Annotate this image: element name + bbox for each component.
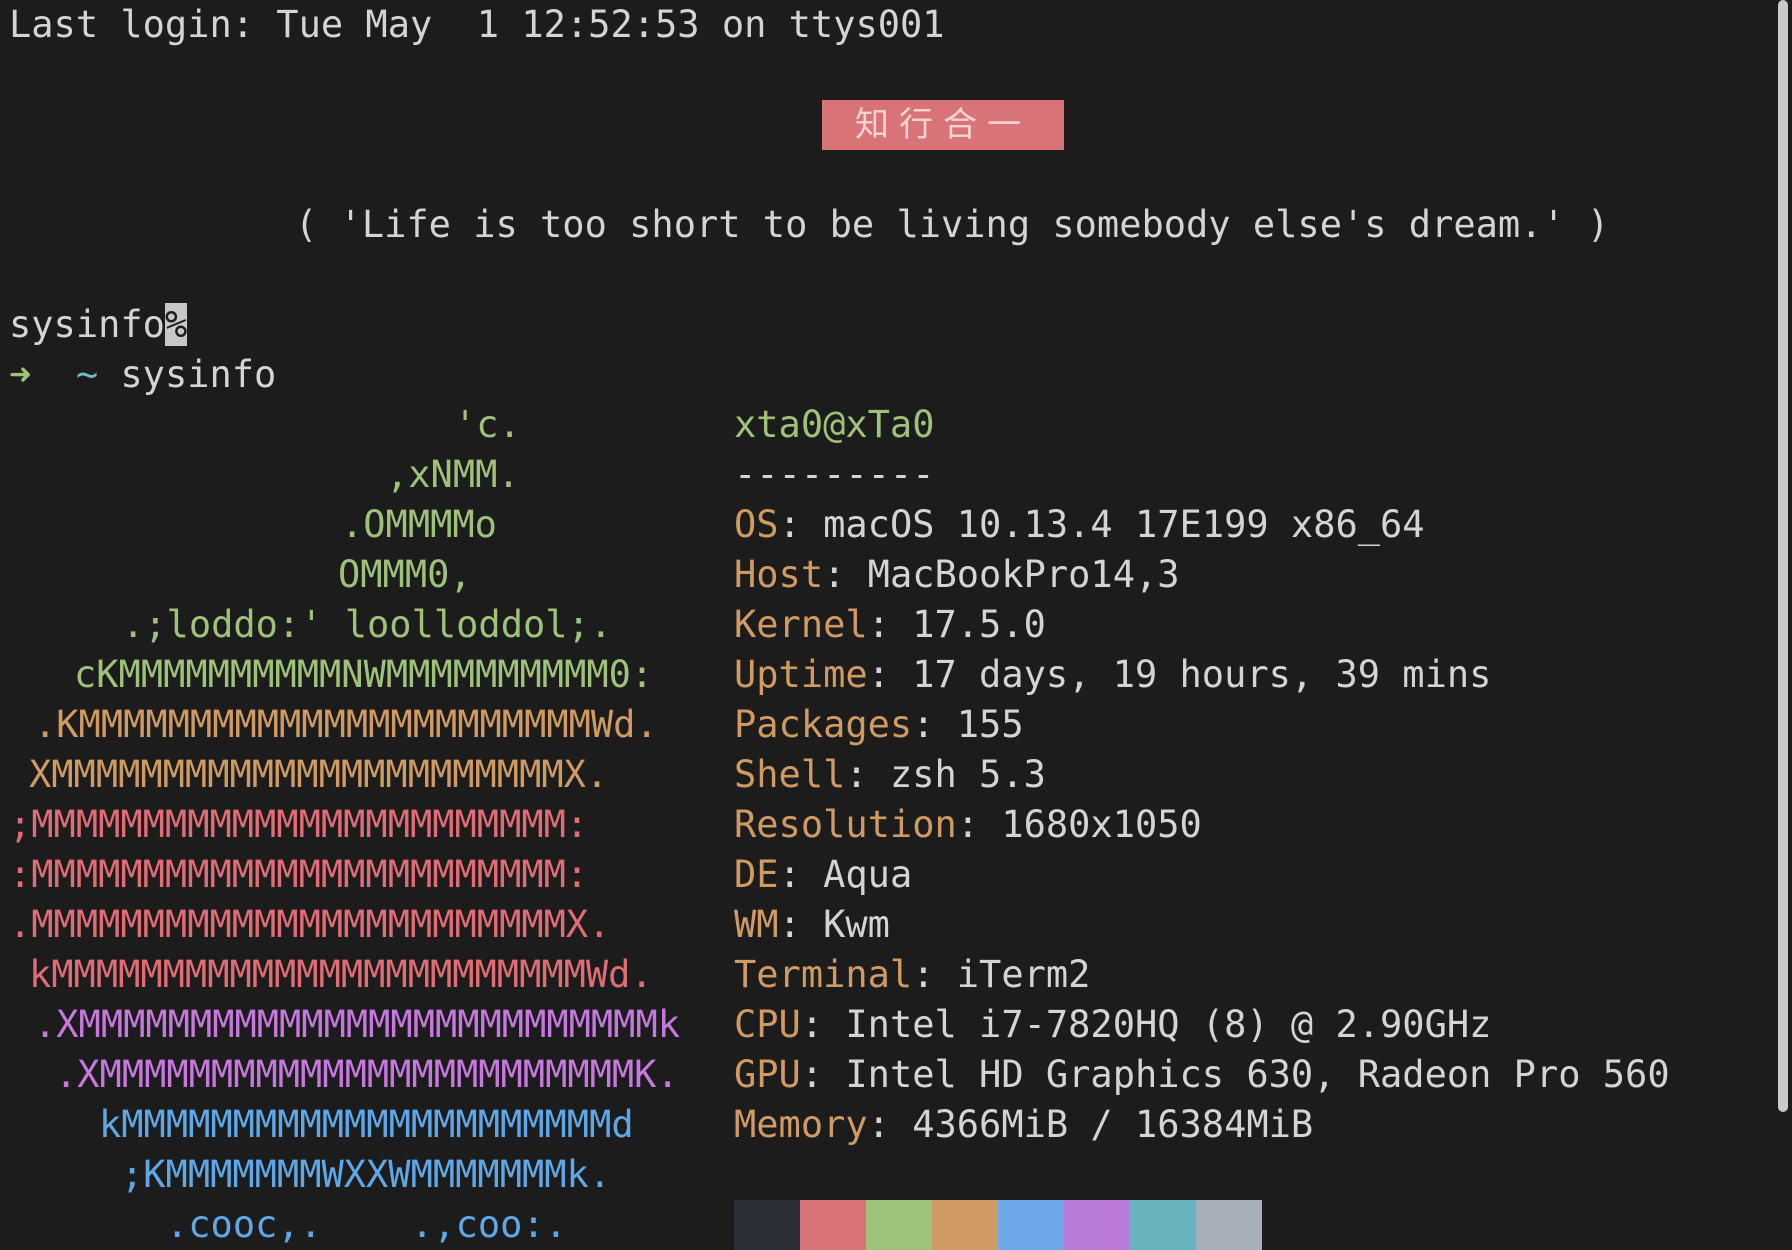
info-colon: : bbox=[867, 1103, 913, 1146]
logo-line: ;KMMMMMMMWXXWMMMMMMMk. bbox=[121, 1153, 612, 1196]
info-value: Kwm bbox=[823, 903, 890, 946]
info-value: zsh 5.3 bbox=[889, 753, 1046, 796]
info-row: Uptime: 17 days, 19 hours, 39 mins bbox=[734, 650, 1491, 700]
info-key: DE bbox=[734, 853, 779, 896]
previous-prompt-line: sysinfo% bbox=[9, 300, 188, 350]
palette-swatch bbox=[998, 1200, 1064, 1250]
info-value: 17 days, 19 hours, 39 mins bbox=[912, 653, 1492, 696]
logo-line: 'c. bbox=[454, 403, 521, 446]
info-value: macOS 10.13.4 17E199 x86_64 bbox=[823, 503, 1425, 546]
palette-swatch bbox=[866, 1200, 932, 1250]
info-value: 4366MiB / 16384MiB bbox=[912, 1103, 1314, 1146]
palette-swatch bbox=[734, 1200, 800, 1250]
info-value: 155 bbox=[956, 703, 1024, 746]
info-key: Uptime bbox=[734, 653, 868, 696]
prompt-arrow-icon: ➜ bbox=[9, 353, 32, 396]
info-key: Terminal bbox=[734, 953, 913, 996]
info-colon: : bbox=[823, 553, 868, 596]
user-host: xta0@xTa0 bbox=[734, 403, 935, 446]
logo-line: .KMMMMMMMMMMMMMMMMMMMMMMMWd. bbox=[34, 703, 658, 746]
info-row: Host: MacBookPro14,3 bbox=[734, 550, 1180, 600]
logo-line: .MMMMMMMMMMMMMMMMMMMMMMMMX. bbox=[9, 903, 611, 946]
color-palette bbox=[734, 1200, 1262, 1250]
info-row: Memory: 4366MiB / 16384MiB bbox=[734, 1100, 1313, 1150]
info-row: Resolution: 1680x1050 bbox=[734, 800, 1202, 850]
info-colon: : bbox=[845, 753, 890, 796]
info-colon: : bbox=[778, 903, 824, 946]
logo-line: XMMMMMMMMMMMMMMMMMMMMMMMX. bbox=[29, 753, 609, 796]
logo-line: .cooc,. .,coo:. bbox=[166, 1203, 567, 1246]
info-value: MacBookPro14,3 bbox=[867, 553, 1180, 596]
info-key: Memory bbox=[734, 1103, 868, 1146]
palette-swatch bbox=[1196, 1200, 1262, 1250]
info-key: WM bbox=[734, 903, 779, 946]
info-row: OS: macOS 10.13.4 17E199 x86_64 bbox=[734, 500, 1425, 550]
logo-line: :MMMMMMMMMMMMMMMMMMMMMMMM: bbox=[9, 853, 589, 896]
palette-swatch bbox=[932, 1200, 998, 1250]
motto-banner: 知行合一 bbox=[822, 100, 1064, 150]
info-key: GPU bbox=[734, 1053, 801, 1096]
info-separator: --------- bbox=[734, 453, 935, 496]
logo-line: ,xNMM. bbox=[386, 453, 520, 496]
logo-line: OMMM0, bbox=[338, 553, 472, 596]
info-key: Shell bbox=[734, 753, 846, 796]
info-row: CPU: Intel i7-7820HQ (8) @ 2.90GHz bbox=[734, 1000, 1491, 1050]
info-colon: : bbox=[867, 653, 913, 696]
logo-line: .XMMMMMMMMMMMMMMMMMMMMMMMMMMk bbox=[34, 1003, 681, 1046]
info-row: WM: Kwm bbox=[734, 900, 890, 950]
info-value: 1680x1050 bbox=[1001, 803, 1202, 846]
palette-swatch bbox=[800, 1200, 866, 1250]
logo-line: .XMMMMMMMMMMMMMMMMMMMMMMMMK. bbox=[55, 1053, 679, 1096]
command-prompt-line: ➜ ~ sysinfo bbox=[9, 350, 276, 400]
info-value: 17.5.0 bbox=[912, 603, 1046, 646]
info-key: Host bbox=[734, 553, 824, 596]
info-row: Terminal: iTerm2 bbox=[734, 950, 1090, 1000]
info-key: Packages bbox=[734, 703, 913, 746]
info-colon: : bbox=[956, 803, 1002, 846]
info-colon: : bbox=[912, 703, 957, 746]
prompt-directory: ~ bbox=[75, 353, 99, 396]
info-row: Packages: 155 bbox=[734, 700, 1024, 750]
info-key: OS bbox=[734, 503, 779, 546]
info-value: Aqua bbox=[823, 853, 913, 896]
partial-line-marker: % bbox=[164, 303, 188, 346]
info-colon: : bbox=[778, 853, 824, 896]
info-row: DE: Aqua bbox=[734, 850, 912, 900]
logo-line: ;MMMMMMMMMMMMMMMMMMMMMMMM: bbox=[9, 803, 589, 846]
logo-line: kMMMMMMMMMMMMMMMMMMMMMMd bbox=[99, 1103, 634, 1146]
info-colon: : bbox=[800, 1053, 846, 1096]
logo-line: cKMMMMMMMMMMNWMMMMMMMMMM0: bbox=[74, 653, 654, 696]
palette-swatch bbox=[1130, 1200, 1196, 1250]
info-value: iTerm2 bbox=[956, 953, 1091, 996]
info-colon: : bbox=[800, 1003, 846, 1046]
info-key: Resolution bbox=[734, 803, 957, 846]
info-colon: : bbox=[778, 503, 824, 546]
info-key: Kernel bbox=[734, 603, 868, 646]
info-colon: : bbox=[912, 953, 957, 996]
command-text: sysinfo bbox=[120, 353, 277, 396]
logo-line: kMMMMMMMMMMMMMMMMMMMMMMMMWd. bbox=[29, 953, 653, 996]
last-login-line: Last login: Tue May 1 12:52:53 on ttys00… bbox=[9, 3, 945, 46]
info-key: CPU bbox=[734, 1003, 801, 1046]
terminal-window[interactable]: Last login: Tue May 1 12:52:53 on ttys00… bbox=[0, 0, 1792, 1250]
info-value: Intel i7-7820HQ (8) @ 2.90GHz bbox=[845, 1003, 1492, 1046]
info-row: GPU: Intel HD Graphics 630, Radeon Pro 5… bbox=[734, 1050, 1670, 1100]
previous-prompt-text: sysinfo bbox=[9, 303, 165, 346]
logo-line: .;loddo:' loolloddol;. bbox=[122, 603, 613, 646]
info-colon: : bbox=[867, 603, 913, 646]
scrollbar[interactable] bbox=[1778, 0, 1788, 1112]
palette-swatch bbox=[1064, 1200, 1130, 1250]
info-row: Shell: zsh 5.3 bbox=[734, 750, 1046, 800]
info-value: Intel HD Graphics 630, Radeon Pro 560 bbox=[845, 1053, 1670, 1096]
info-row: Kernel: 17.5.0 bbox=[734, 600, 1046, 650]
logo-line: .OMMMMo bbox=[341, 503, 497, 546]
quote-line: ( 'Life is too short to be living somebo… bbox=[295, 203, 1610, 246]
